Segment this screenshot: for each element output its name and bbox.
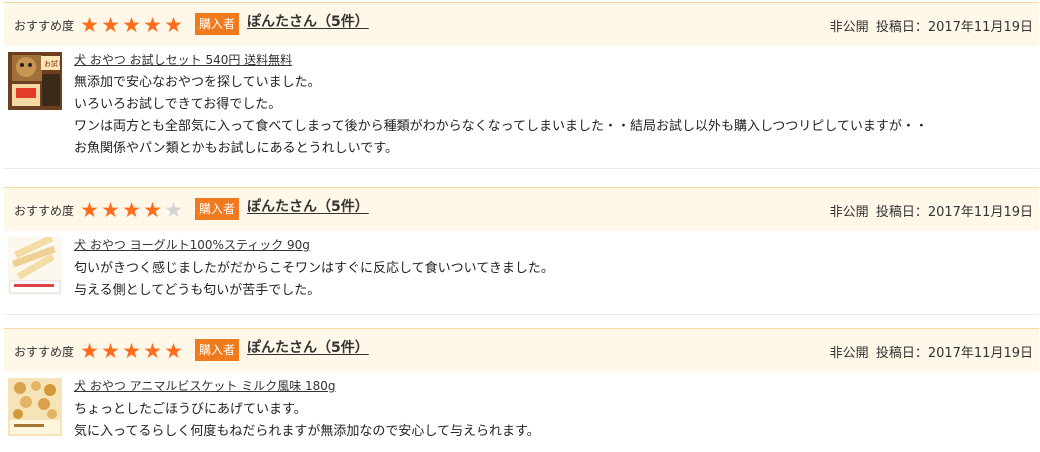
post-date: 投稿日：2017年11月19日 — [875, 205, 1033, 220]
star-filled-icon: ★ — [143, 13, 162, 37]
review-line: いろいろお試しできてお得でした。 — [74, 97, 282, 112]
review-line: 無添加で安心なおやつを探していました。 — [74, 75, 321, 90]
review-line: お魚関係やパン類とかもお試しにあるとうれしいです。 — [74, 141, 398, 156]
review-body: 匂いがきつく感じましたがだからこそワンはすぐに反応して食いついてきました。 与え… — [74, 258, 554, 302]
buyer-badge: 購入者 — [195, 339, 240, 361]
buyer-badge: 購入者 — [195, 13, 240, 35]
product-link[interactable]: 犬 おやつ ヨーグルト100%スティック 90g — [74, 236, 310, 253]
review-header: おすすめ度 ★ ★ ★ ★ ★ 購入者 ぽんたさん（5件） 非公開 投稿日：2017年1… — [4, 328, 1039, 372]
recommend-label: おすすめ度 — [14, 204, 75, 218]
visibility-label: 非公開 — [829, 205, 869, 220]
star-filled-icon: ★ — [164, 339, 183, 363]
review-header: おすすめ度 ★ ★ ★ ★ ★ 購入者 ぽんたさん（5件） 非公開 投稿日：2017年1… — [4, 187, 1039, 231]
product-link[interactable]: 犬 おやつ お試しセット 540円 送料無料 — [74, 51, 292, 68]
reviewer-link[interactable]: ぽんたさん（5件） — [247, 11, 369, 31]
reviewer-link[interactable]: ぽんたさん（5件） — [247, 337, 369, 357]
visibility-label: 非公開 — [829, 346, 869, 361]
review-body: ちょっとしたごほうびにあげています。 気に入ってるらしく何度もねだられますが無添… — [74, 399, 540, 443]
star-filled-icon: ★ — [143, 339, 162, 363]
product-thumbnail[interactable] — [8, 237, 62, 295]
rating-stars: ★ ★ ★ ★ ★ — [79, 14, 184, 36]
star-filled-icon: ★ — [122, 198, 141, 222]
star-filled-icon: ★ — [101, 198, 120, 222]
visibility-label: 非公開 — [829, 20, 869, 35]
star-filled-icon: ★ — [143, 198, 162, 222]
thumb-label: お試し 540円 — [44, 59, 62, 68]
star-filled-icon: ★ — [101, 13, 120, 37]
rating-stars: ★ ★ ★ ★ ★ — [79, 340, 184, 362]
review-line: ワンは両方とも全部気に入って食べてしまって後から種類がわからなくなってしまいまし… — [74, 119, 928, 134]
star-filled-icon: ★ — [80, 13, 99, 37]
rating-stars: ★ ★ ★ ★ ★ — [79, 199, 184, 221]
star-filled-icon: ★ — [80, 339, 99, 363]
review-meta: 非公開 投稿日：2017年11月19日 — [827, 201, 1033, 220]
star-filled-icon: ★ — [122, 339, 141, 363]
star-empty-icon: ★ — [164, 198, 183, 222]
recommend-label: おすすめ度 — [14, 19, 75, 33]
buyer-badge: 購入者 — [195, 198, 240, 220]
post-date: 投稿日：2017年11月19日 — [875, 20, 1033, 35]
star-filled-icon: ★ — [164, 13, 183, 37]
review-line: 匂いがきつく感じましたがだからこそワンはすぐに反応して食いついてきました。 — [74, 261, 554, 276]
recommend-label: おすすめ度 — [14, 345, 75, 359]
product-link[interactable]: 犬 おやつ アニマルビスケット ミルク風味 180g — [74, 377, 336, 394]
review-header: おすすめ度 ★ ★ ★ ★ ★ 購入者 ぽんたさん（5件） 非公開 投稿日：2017年1… — [4, 2, 1039, 46]
star-filled-icon: ★ — [101, 339, 120, 363]
review-line: 気に入ってるらしく何度もねだられますが無添加なので安心して与えられます。 — [74, 424, 540, 439]
product-thumbnail[interactable]: お試し 540円 — [8, 52, 62, 110]
divider — [4, 314, 1039, 315]
post-date: 投稿日：2017年11月19日 — [875, 346, 1033, 361]
review-line: ちょっとしたごほうびにあげています。 — [74, 402, 307, 417]
review-body: 無添加で安心なおやつを探していました。 いろいろお試しできてお得でした。 ワンは… — [74, 72, 928, 160]
star-filled-icon: ★ — [122, 13, 141, 37]
reviewer-link[interactable]: ぽんたさん（5件） — [247, 196, 369, 216]
star-filled-icon: ★ — [80, 198, 99, 222]
review-meta: 非公開 投稿日：2017年11月19日 — [827, 16, 1033, 35]
product-thumbnail[interactable] — [8, 378, 62, 436]
review-line: 与える側としてどうも匂いが苦手でした。 — [74, 283, 321, 298]
review-meta: 非公開 投稿日：2017年11月19日 — [827, 342, 1033, 361]
divider — [4, 168, 1039, 169]
